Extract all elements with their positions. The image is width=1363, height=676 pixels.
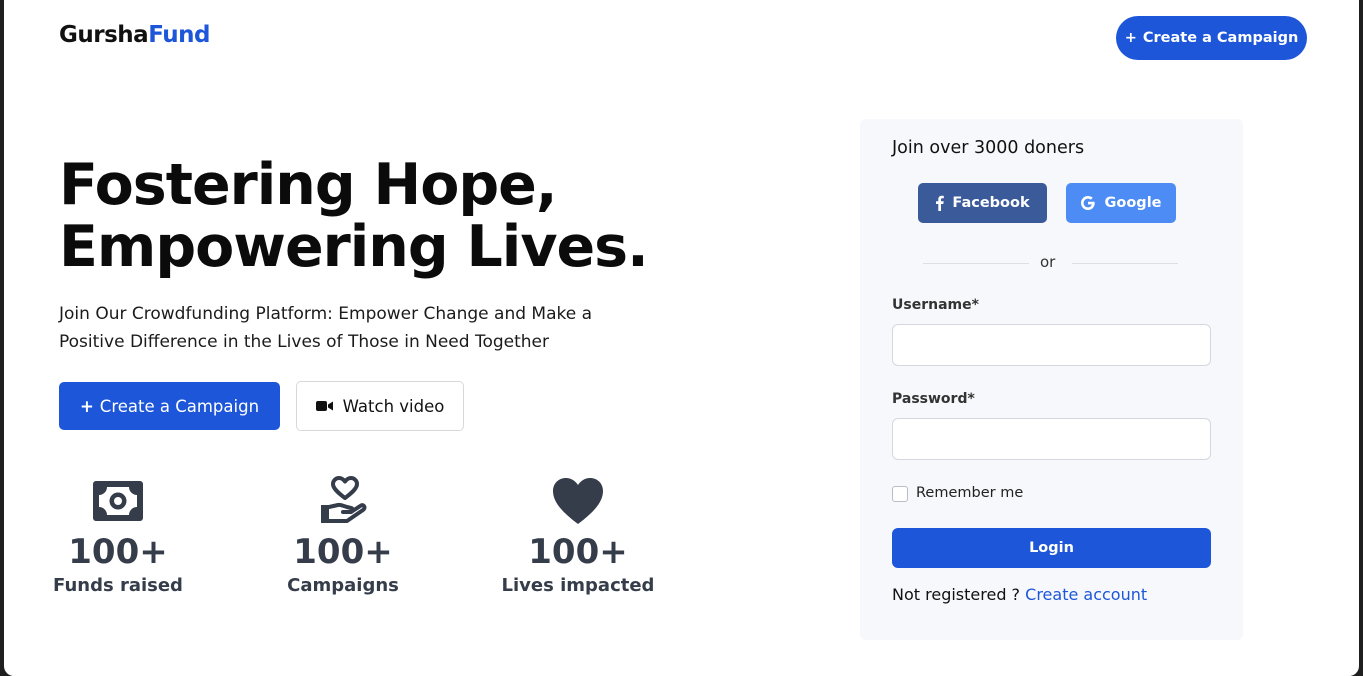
login-button[interactable]: Login	[892, 528, 1211, 568]
register-prompt-text: Not registered ?	[892, 585, 1021, 604]
watch-video-button[interactable]: Watch video	[296, 381, 464, 431]
divider-text: or	[1040, 253, 1056, 271]
register-prompt: Not registered ? Create account	[892, 585, 1147, 604]
google-label: Google	[1104, 195, 1162, 211]
divider-line-left	[923, 263, 1029, 264]
money-icon	[18, 475, 218, 527]
login-card-title: Join over 3000 doners	[892, 138, 1085, 158]
hero-subtitle: Join Our Crowdfunding Platform: Empower …	[59, 304, 593, 352]
logo-text-primary: Gursha	[59, 22, 149, 48]
create-campaign-label: Create a Campaign	[99, 396, 260, 416]
google-icon	[1081, 196, 1096, 210]
hero-title: Fostering Hope, Empowering Lives.	[59, 152, 649, 280]
stat-value: 100+	[528, 532, 628, 572]
hero-title-line2: Empowering Lives.	[59, 214, 649, 280]
stat-campaigns: 100+ Campaigns	[243, 475, 443, 596]
create-account-link[interactable]: Create account	[1025, 585, 1147, 604]
remember-me-label[interactable]: Remember me	[916, 485, 1023, 501]
plus-icon: +	[79, 396, 94, 416]
plus-icon: +	[1124, 30, 1137, 46]
stat-lives-impacted: 100+ Lives impacted	[478, 475, 678, 596]
video-camera-icon	[315, 401, 333, 411]
header-create-campaign-button[interactable]: + Create a Campaign	[1116, 16, 1307, 60]
create-campaign-button[interactable]: + Create a Campaign	[59, 382, 280, 430]
stat-funds-raised: 100+ Funds raised	[18, 475, 218, 596]
username-field[interactable]	[892, 324, 1211, 366]
password-label: Password*	[892, 391, 975, 407]
remember-me-checkbox[interactable]	[892, 486, 908, 502]
hand-heart-icon	[243, 475, 443, 527]
heart-icon	[478, 475, 678, 527]
stat-label: Funds raised	[53, 575, 183, 596]
page: GurshaFund + Create a Campaign Fostering…	[4, 0, 1359, 676]
stat-label: Lives impacted	[501, 575, 655, 596]
facebook-label: Facebook	[952, 195, 1030, 211]
stat-value: 100+	[293, 532, 393, 572]
stat-value: 100+	[68, 532, 168, 572]
watch-video-label: Watch video	[342, 396, 445, 416]
hero-title-line1: Fostering Hope,	[59, 152, 557, 218]
stat-label: Campaigns	[287, 575, 399, 596]
facebook-login-button[interactable]: Facebook	[918, 183, 1047, 223]
login-card: Join over 3000 doners Facebook Google or…	[860, 119, 1243, 640]
header-create-campaign-label: Create a Campaign	[1142, 30, 1299, 46]
password-field[interactable]	[892, 418, 1211, 460]
logo[interactable]: GurshaFund	[59, 22, 210, 48]
facebook-icon	[936, 195, 945, 211]
google-login-button[interactable]: Google	[1066, 183, 1176, 223]
logo-text-accent: Fund	[148, 22, 210, 48]
username-label: Username*	[892, 297, 979, 313]
divider-line-right	[1072, 263, 1178, 264]
